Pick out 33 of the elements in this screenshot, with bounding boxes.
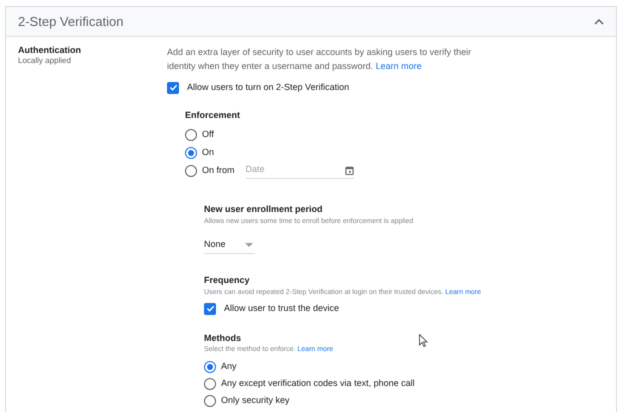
collapse-chevron-icon[interactable] — [594, 18, 604, 24]
calendar-icon[interactable] — [344, 166, 354, 174]
date-field[interactable]: Date — [246, 163, 336, 177]
dropdown-value: None — [204, 238, 226, 252]
checkbox-label: Allow user to trust the device — [224, 302, 340, 315]
checkbox[interactable] — [167, 82, 179, 94]
checkbox-label: Allow users to turn on 2-Step Verification — [187, 81, 350, 94]
radio-label: On from — [202, 164, 235, 177]
radio-label: On — [202, 146, 214, 159]
dropdown-arrow-icon — [245, 243, 253, 247]
section-title: Methods — [204, 332, 241, 344]
section-title: Enforcement — [185, 108, 242, 122]
radio-button[interactable] — [204, 361, 216, 373]
radio-button[interactable] — [185, 146, 197, 158]
radio-label: Any — [221, 360, 237, 374]
panel-title: 2-Step Verification — [18, 12, 124, 31]
checkbox[interactable] — [204, 302, 216, 315]
radio-label: Off — [202, 128, 214, 141]
cursor-icon — [419, 334, 428, 347]
radio-label: Only security key — [221, 394, 290, 408]
learn-more-link[interactable]: Learn more — [376, 61, 422, 71]
section-title: New user enrollment period — [204, 203, 324, 216]
section-title: Frequency — [204, 274, 251, 287]
radio-button[interactable] — [185, 164, 197, 176]
enrollment-dropdown[interactable]: None — [204, 237, 255, 254]
setting-label: Authentication — [18, 45, 82, 56]
description-text: Add an extra layer of security to user accounts by asking users to verify their identity when they enter a username and password. Learn more — [167, 46, 472, 73]
radio-button[interactable] — [204, 395, 216, 407]
radio-button[interactable] — [185, 128, 197, 140]
radio-button[interactable] — [204, 378, 216, 390]
setting-sublabel: Locally applied — [18, 56, 72, 66]
radio-label: Any except verification codes via text, phone call — [221, 377, 415, 390]
panel-header[interactable]: 2-Step Verification — [6, 7, 616, 37]
